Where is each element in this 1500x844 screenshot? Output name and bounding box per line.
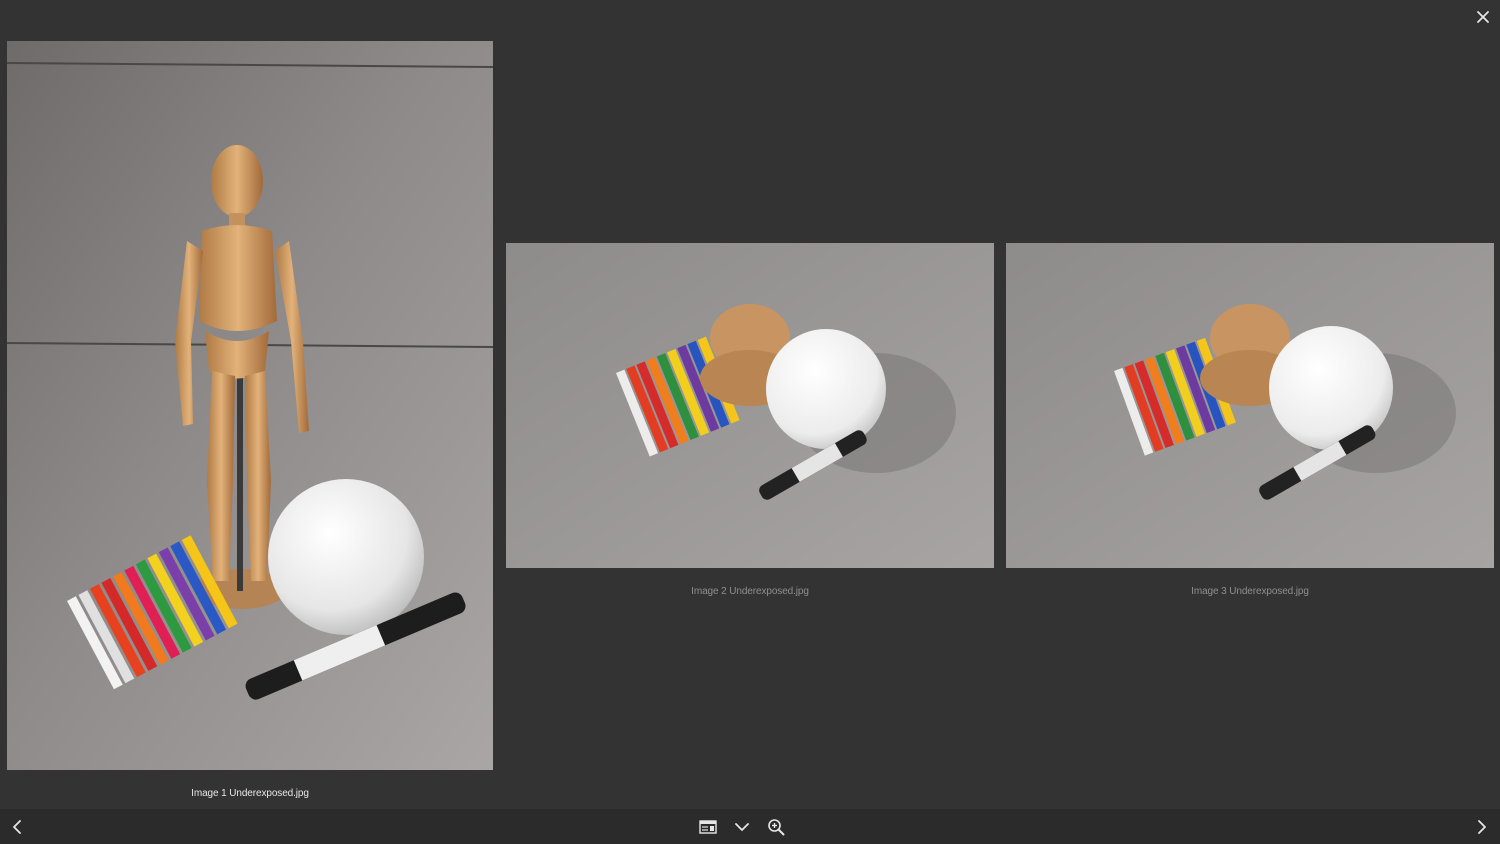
photo-image: [7, 41, 493, 770]
photo-image: [506, 243, 994, 568]
bottom-toolbar: [0, 809, 1500, 844]
close-button[interactable]: [1472, 6, 1494, 28]
zoom-in-icon: [768, 819, 785, 836]
photo-card-1[interactable]: Image 1 Underexposed.jpg: [7, 41, 493, 801]
previous-button[interactable]: [7, 817, 27, 837]
close-icon: [1477, 11, 1489, 23]
photo-thumbnail[interactable]: [1006, 243, 1494, 568]
chevron-down-icon: [735, 823, 749, 831]
photo-card-3[interactable]: Image 3 Underexposed.jpg: [1006, 243, 1494, 603]
expand-button[interactable]: [732, 817, 752, 837]
photo-filename: Image 3 Underexposed.jpg: [1191, 586, 1309, 597]
chevron-right-icon: [1478, 820, 1486, 834]
toolbar-tools: [698, 817, 786, 837]
photo-thumbnail[interactable]: [506, 243, 994, 568]
photo-image: [1006, 243, 1494, 568]
photo-filename: Image 1 Underexposed.jpg: [191, 788, 309, 799]
info-panel-button[interactable]: [698, 817, 718, 837]
info-panel-icon: [699, 820, 717, 834]
photo-viewer: Image 1 Underexposed.jpg Image 2 Underex…: [0, 0, 1500, 844]
photo-thumbnail[interactable]: [7, 41, 493, 770]
chevron-left-icon: [13, 820, 21, 834]
next-button[interactable]: [1472, 817, 1492, 837]
zoom-in-button[interactable]: [766, 817, 786, 837]
photo-card-2[interactable]: Image 2 Underexposed.jpg: [506, 243, 994, 603]
photo-filename: Image 2 Underexposed.jpg: [691, 586, 809, 597]
